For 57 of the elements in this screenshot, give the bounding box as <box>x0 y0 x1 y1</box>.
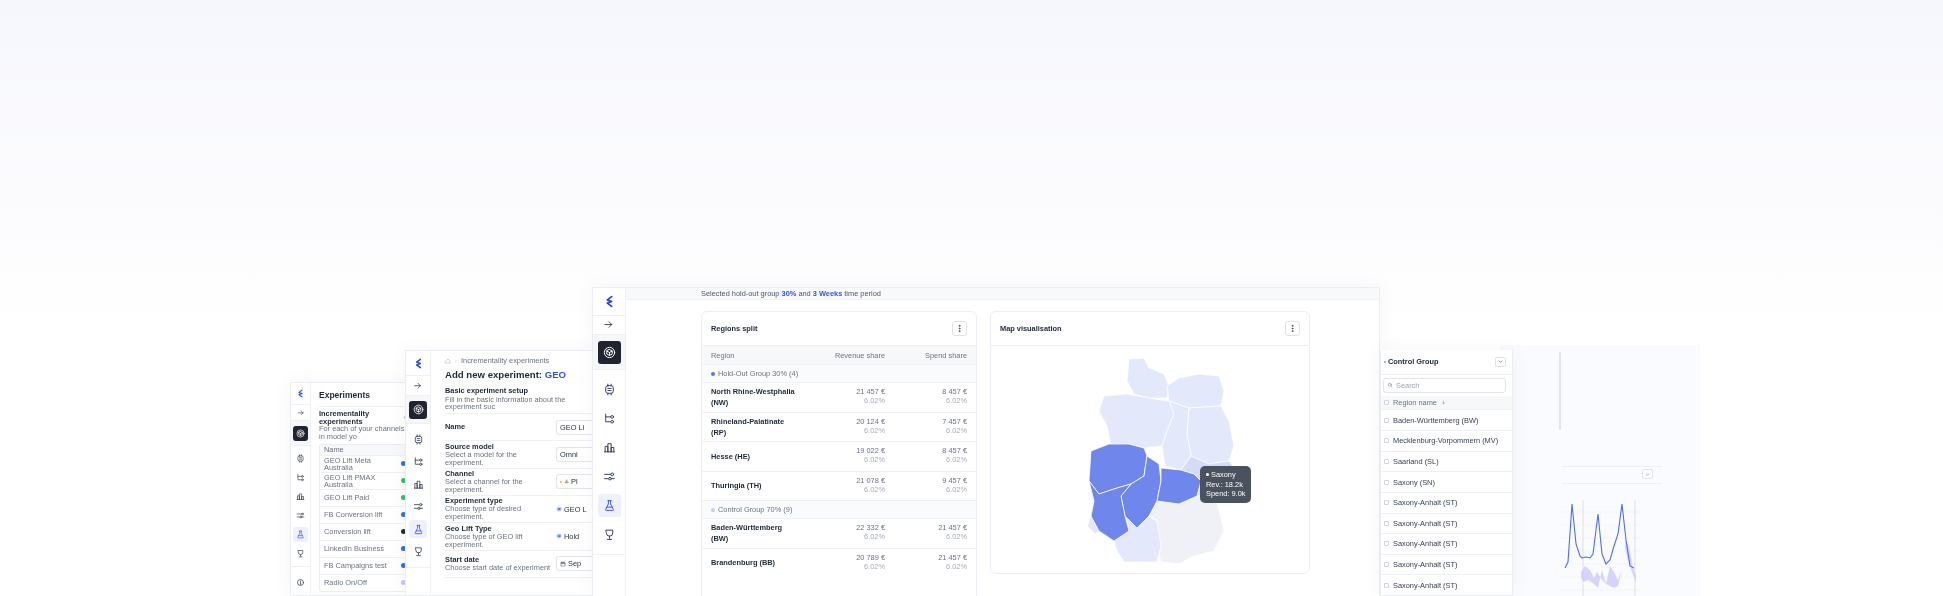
more-button[interactable] <box>1285 321 1300 337</box>
cube-icon <box>602 345 616 359</box>
radio-icon <box>556 533 562 540</box>
more-button[interactable] <box>952 321 967 337</box>
checkbox[interactable] <box>1384 399 1389 405</box>
channel-icon <box>564 479 569 485</box>
flow-icon <box>412 456 424 467</box>
flask-icon <box>296 530 305 539</box>
sidebar-button[interactable] <box>409 400 427 419</box>
checkbox[interactable] <box>1384 520 1389 526</box>
sidebar-button[interactable] <box>293 425 308 441</box>
logo-icon <box>296 389 305 398</box>
more-icon <box>1288 324 1297 334</box>
checkbox[interactable] <box>1384 438 1389 444</box>
sliders-icon <box>296 511 305 520</box>
checkbox[interactable] <box>1384 479 1389 485</box>
sliders-icon <box>602 470 616 483</box>
flow-icon <box>602 412 616 425</box>
trophy-icon <box>412 546 424 557</box>
chevron-down-icon <box>1497 358 1504 366</box>
cube-icon <box>296 428 305 438</box>
sliders-icon <box>412 501 424 512</box>
checkbox[interactable] <box>1384 562 1389 568</box>
sidebar-button[interactable] <box>597 340 621 364</box>
flask-icon <box>602 499 616 512</box>
bar-chart-icon <box>602 441 616 454</box>
help-button[interactable] <box>296 578 305 587</box>
cube-icon <box>412 404 424 415</box>
page-heading: Add new experiment: GEO <box>445 368 567 383</box>
flow-icon <box>296 473 305 482</box>
chip-icon <box>296 454 305 463</box>
calendar-icon <box>560 560 566 567</box>
checkbox[interactable] <box>1384 458 1389 464</box>
arrow-icon <box>296 408 305 417</box>
collapse-button[interactable] <box>296 408 305 417</box>
radio-icon <box>556 506 562 513</box>
bar-chart-icon <box>296 492 305 501</box>
arrow-icon <box>603 319 615 331</box>
checkbox[interactable] <box>1384 582 1389 588</box>
help-icon <box>296 578 305 587</box>
search-icon <box>1387 382 1393 389</box>
collapse-button[interactable] <box>603 319 615 331</box>
checkbox[interactable] <box>1384 500 1389 506</box>
home-icon <box>445 357 451 364</box>
sort-icon <box>1440 399 1446 405</box>
collapse-button[interactable] <box>413 380 423 391</box>
chip-icon <box>412 433 424 445</box>
checkbox[interactable] <box>1384 417 1389 423</box>
flask-icon <box>412 523 424 535</box>
checkbox[interactable] <box>1384 541 1389 547</box>
bar-chart-icon <box>412 478 424 490</box>
arrow-icon <box>413 380 423 391</box>
chip-icon <box>602 383 616 396</box>
dot-icon <box>1206 473 1209 477</box>
trophy-icon <box>296 549 305 558</box>
chevron-down-icon <box>1644 470 1651 478</box>
more-icon <box>955 324 964 334</box>
